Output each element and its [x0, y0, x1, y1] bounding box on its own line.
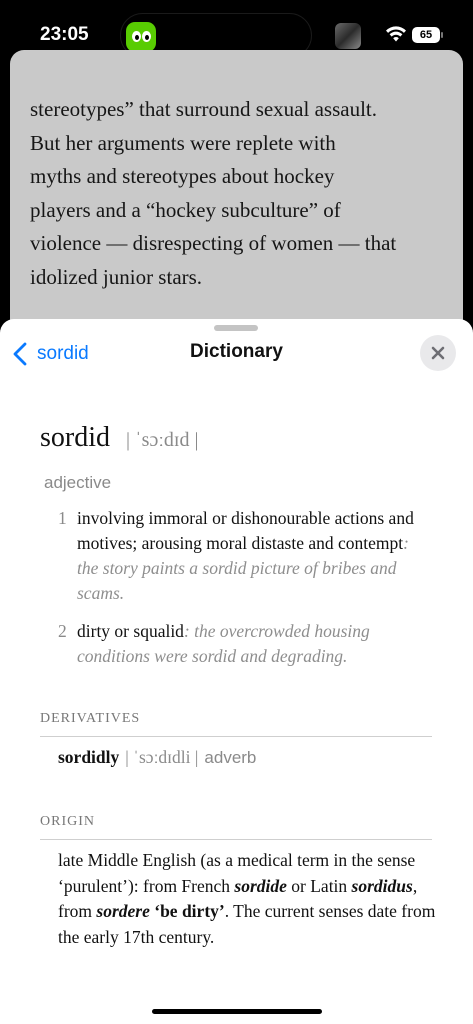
sense-example: the story paints a sordid picture of bri… [77, 558, 397, 603]
article-line: stereotypes” that surround sexual assaul… [30, 97, 377, 121]
home-indicator[interactable] [152, 1009, 322, 1014]
pronunciation: | ˈsɔːdɪd | [126, 429, 199, 451]
duo-eye-left [132, 31, 141, 42]
sense-number: 2 [58, 621, 67, 641]
sense-2: 2 dirty or squalid: the overcrowded hous… [58, 621, 370, 666]
origin-word: sordidus [351, 875, 413, 896]
origin-word: sordere [96, 901, 150, 921]
wifi-icon [386, 26, 406, 42]
derivative-part-of-speech: adverb [204, 748, 257, 767]
article-text: stereotypes” that surround sexual assaul… [30, 93, 450, 294]
origin-gloss: ‘be dirty’ [154, 901, 225, 921]
dictionary-sheet: sordid Dictionary sordid | ˈsɔːdɪd | adj… [0, 319, 473, 1024]
video-thumbnail-icon [335, 23, 361, 49]
duo-eye-right [142, 31, 151, 42]
origin-word: sordide [234, 875, 287, 896]
derivative-entry: sordidly | ˈsɔːdɪdli | adverb [58, 747, 256, 768]
article-line: violence — disrespecting of women — that [30, 231, 397, 255]
close-icon [431, 346, 445, 360]
derivatives-heading: DERIVATIVES [40, 711, 141, 726]
sense-definition: dirty or squalid [77, 621, 184, 641]
derivative-pronunciation: | ˈsɔːdɪdli | [125, 747, 199, 767]
battery-cap [441, 32, 443, 38]
article-line: myths and stereotypes about hockey [30, 164, 335, 188]
sense-definition: involving immoral or dishonourable actio… [77, 508, 414, 553]
sheet-grabber[interactable] [214, 325, 258, 331]
headword: sordid [40, 422, 110, 453]
derivative-word: sordidly [58, 747, 120, 767]
battery-icon: 65 [412, 27, 440, 43]
article-line: idolized junior stars. [30, 264, 203, 289]
divider [40, 839, 432, 840]
origin-heading: ORIGIN [40, 814, 95, 829]
origin-segment: or Latin [286, 875, 352, 896]
sheet-title: Dictionary [190, 341, 283, 362]
headword-row: sordid | ˈsɔːdɪd | [40, 422, 198, 454]
status-time: 23:05 [40, 24, 89, 45]
article-line: players and a “hockey subculture” of [30, 197, 341, 222]
divider [40, 736, 432, 737]
origin-text: late Middle English (as a medical term i… [58, 848, 438, 950]
sense-number: 1 [58, 508, 67, 528]
close-button[interactable] [420, 335, 456, 371]
article-background: stereotypes” that surround sexual assaul… [10, 50, 463, 350]
duolingo-app-icon[interactable] [126, 22, 156, 52]
article-line: But her arguments were replete with [30, 130, 336, 155]
part-of-speech: adjective [44, 473, 112, 492]
sense-1: 1 involving immoral or dishonourable act… [58, 508, 414, 603]
